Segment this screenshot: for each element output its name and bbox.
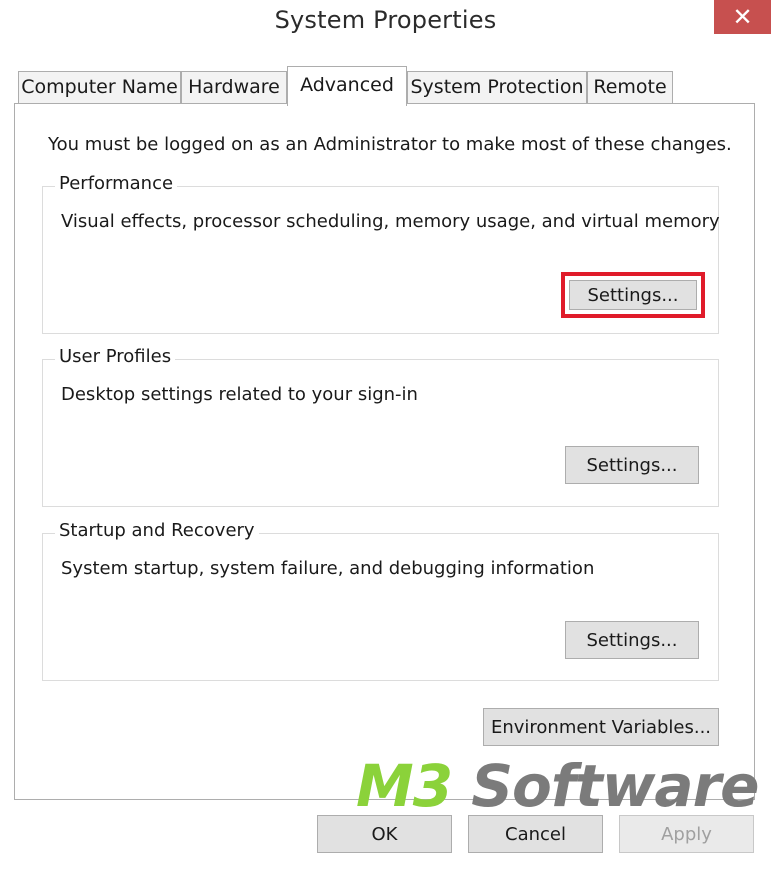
tab-label: Hardware <box>188 76 280 98</box>
tab-remote[interactable]: Remote <box>587 71 673 104</box>
apply-button[interactable]: Apply <box>619 815 754 853</box>
tab-advanced[interactable]: Advanced <box>287 66 407 106</box>
performance-group-title: Performance <box>55 173 178 194</box>
close-icon: ✕ <box>732 3 753 31</box>
startup-recovery-description: System startup, system failure, and debu… <box>61 558 595 579</box>
cancel-button[interactable]: Cancel <box>468 815 603 853</box>
startup-recovery-settings-button[interactable]: Settings... <box>565 621 699 659</box>
performance-settings-button[interactable]: Settings... <box>561 272 705 318</box>
window-title: System Properties <box>274 6 497 34</box>
tab-label: Advanced <box>300 74 394 96</box>
system-properties-window: System Properties ✕ Computer Name Hardwa… <box>0 0 771 871</box>
tab-label: Remote <box>593 76 667 98</box>
performance-description: Visual effects, processor scheduling, me… <box>61 211 720 232</box>
environment-variables-button[interactable]: Environment Variables... <box>483 708 719 746</box>
tab-system-protection[interactable]: System Protection <box>407 71 587 104</box>
user-profiles-group: User Profiles Desktop settings related t… <box>42 346 719 507</box>
performance-group: Performance Visual effects, processor sc… <box>42 173 720 334</box>
tab-hardware[interactable]: Hardware <box>181 71 287 104</box>
admin-notice: You must be logged on as an Administrato… <box>48 134 732 155</box>
tab-computer-name[interactable]: Computer Name <box>18 71 181 104</box>
user-profiles-group-title: User Profiles <box>55 346 176 367</box>
startup-recovery-group: Startup and Recovery System startup, sys… <box>42 520 719 681</box>
user-profiles-description: Desktop settings related to your sign-in <box>61 384 418 405</box>
user-profiles-settings-button[interactable]: Settings... <box>565 446 699 484</box>
close-button[interactable]: ✕ <box>714 0 771 34</box>
tab-label: System Protection <box>410 76 584 98</box>
tab-label: Computer Name <box>21 76 178 98</box>
startup-recovery-group-title: Startup and Recovery <box>55 520 259 541</box>
ok-button[interactable]: OK <box>317 815 452 853</box>
